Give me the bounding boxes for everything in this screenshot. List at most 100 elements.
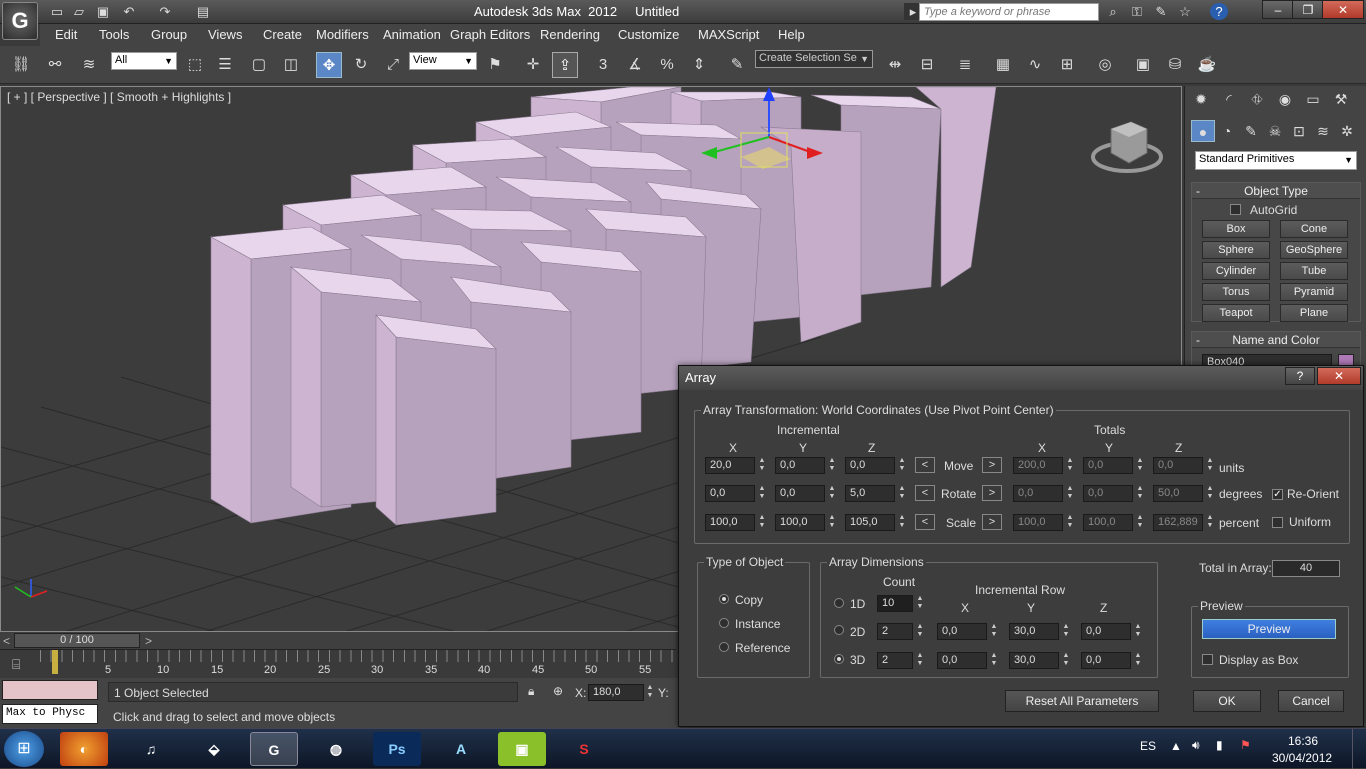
graphite-modeling-icon[interactable]: ▦ xyxy=(990,52,1016,78)
select-object-icon[interactable]: ⬚ xyxy=(182,52,208,78)
sketchup-icon[interactable]: ⬙ xyxy=(190,732,238,766)
curve-editor-icon[interactable]: ∿ xyxy=(1022,52,1048,78)
spinner[interactable]: ▲ ▼ xyxy=(915,623,925,640)
open-file-icon[interactable]: ▱ xyxy=(70,3,88,20)
torus-button[interactable]: Torus xyxy=(1202,283,1270,301)
move-tot-z[interactable]: 0,0 xyxy=(1153,457,1203,474)
1d-radio[interactable] xyxy=(834,598,844,608)
scale-inc-y[interactable]: 100,0 xyxy=(775,514,825,531)
tube-button[interactable]: Tube xyxy=(1280,262,1348,280)
selection-filter-dropdown[interactable]: All ▼ xyxy=(111,52,177,70)
spinner[interactable]: ▲ ▼ xyxy=(915,652,925,669)
spinner[interactable]: ▲ ▼ xyxy=(1135,514,1145,531)
box-button[interactable]: Box xyxy=(1202,220,1270,238)
modify-tab-icon[interactable]: ◜ xyxy=(1217,88,1241,110)
scale-inc-z[interactable]: 105,0 xyxy=(845,514,895,531)
undo-icon[interactable]: ↶ xyxy=(120,3,138,20)
name-and-color-title[interactable]: - Name and Color xyxy=(1192,332,1360,348)
spinner[interactable]: ▲ ▼ xyxy=(827,485,837,502)
rotate-inc-x[interactable]: 0,0 xyxy=(705,485,755,502)
spinner[interactable]: ▲ ▼ xyxy=(897,485,907,502)
3d-count[interactable]: 2 xyxy=(877,652,913,669)
menu-animation[interactable]: Animation xyxy=(383,27,441,42)
start-button[interactable]: ⊞ xyxy=(4,731,44,767)
scale-tot-x[interactable]: 100,0 xyxy=(1013,514,1063,531)
2d-count[interactable]: 2 xyxy=(877,623,913,640)
named-selection-set-dropdown[interactable]: Create Selection Se ▼ xyxy=(755,50,873,68)
spinner[interactable]: ▲ ▼ xyxy=(1065,457,1075,474)
dialog-help-button[interactable]: ? xyxy=(1285,367,1315,385)
menu-edit[interactable]: Edit xyxy=(55,27,77,42)
mirror-icon[interactable]: ⇹ xyxy=(882,52,908,78)
scale-inc-x[interactable]: 100,0 xyxy=(705,514,755,531)
align-icon[interactable]: ⊟ xyxy=(914,52,940,78)
app-logo-icon[interactable]: G xyxy=(2,2,38,40)
time-slider[interactable]: < 0 / 100 > xyxy=(0,632,676,650)
rotate-right-arrow-button[interactable]: > xyxy=(982,485,1002,501)
scale-tot-z[interactable]: 162,889 xyxy=(1153,514,1203,531)
angle-snap-icon[interactable]: ∡ xyxy=(622,52,648,78)
spinner[interactable]: ▲ ▼ xyxy=(915,595,925,612)
show-hidden-icons-icon[interactable]: ▲ xyxy=(1170,739,1182,753)
clock-date[interactable]: 30/04/2012 xyxy=(1272,751,1332,765)
spinner[interactable]: ▲ ▼ xyxy=(1061,623,1071,640)
shapes-icon[interactable]: ◔ xyxy=(1215,120,1239,142)
reorient-checkbox[interactable]: ✓ xyxy=(1272,489,1283,500)
systems-icon[interactable]: ✲ xyxy=(1335,120,1359,142)
plane-button[interactable]: Plane xyxy=(1280,304,1348,322)
material-editor-icon[interactable]: ◎ xyxy=(1092,52,1118,78)
edit-named-selection-icon[interactable]: ✎ xyxy=(724,52,750,78)
move-tot-x[interactable]: 200,0 xyxy=(1013,457,1063,474)
sbx-app-icon[interactable]: S xyxy=(560,732,608,766)
window-crossing-icon[interactable]: ◫ xyxy=(278,52,304,78)
rotate-left-arrow-button[interactable]: < xyxy=(915,485,935,501)
favorites-star-icon[interactable]: ☆ xyxy=(1176,3,1194,20)
select-and-move-icon[interactable]: ✥ xyxy=(316,52,342,78)
language-indicator[interactable]: ES xyxy=(1140,739,1156,753)
minimize-button[interactable]: – xyxy=(1262,0,1294,19)
spinner[interactable]: ▲ ▼ xyxy=(989,652,999,669)
track-bar[interactable]: ⌸ 5 10 15 20 25 30 35 40 45 50 55 xyxy=(0,650,676,678)
spinner[interactable]: ▲ ▼ xyxy=(1135,485,1145,502)
menu-tools[interactable]: Tools xyxy=(99,27,129,42)
unlink-icon[interactable]: ⚯ xyxy=(42,52,68,78)
menu-views[interactable]: Views xyxy=(208,27,242,42)
spinner[interactable]: ▲ ▼ xyxy=(757,457,767,474)
menu-create[interactable]: Create xyxy=(263,27,302,42)
schematic-view-icon[interactable]: ⊞ xyxy=(1054,52,1080,78)
rotate-tot-y[interactable]: 0,0 xyxy=(1083,485,1133,502)
maximize-button[interactable]: ❐ xyxy=(1292,0,1324,19)
menu-help[interactable]: Help xyxy=(778,27,805,42)
instance-radio[interactable] xyxy=(719,618,729,628)
preview-button[interactable]: Preview xyxy=(1202,619,1336,639)
percent-snap-icon[interactable]: % xyxy=(654,52,680,78)
clock-time[interactable]: 16:36 xyxy=(1288,734,1318,748)
2d-y[interactable]: 30,0 xyxy=(1009,623,1059,640)
spinner[interactable]: ▲ ▼ xyxy=(1133,652,1143,669)
reference-coordinate-dropdown[interactable]: View ▼ xyxy=(409,52,477,70)
rendered-frame-window-icon[interactable]: ⛁ xyxy=(1162,52,1188,78)
spinner[interactable]: ▲ ▼ xyxy=(897,457,907,474)
display-tab-icon[interactable]: ▭ xyxy=(1301,88,1325,110)
photoshop-icon[interactable]: Ps xyxy=(373,732,421,766)
move-tot-y[interactable]: 0,0 xyxy=(1083,457,1133,474)
render-setup-icon[interactable]: ▣ xyxy=(1130,52,1156,78)
dialog-close-button[interactable]: ✕ xyxy=(1317,367,1361,385)
action-center-icon[interactable]: ⚑ xyxy=(1240,738,1251,752)
time-next-button[interactable]: > xyxy=(145,634,152,648)
2d-z[interactable]: 0,0 xyxy=(1081,623,1131,640)
pivot-center-icon[interactable]: ⚑ xyxy=(482,52,508,78)
x-coordinate-field[interactable]: 180,0 xyxy=(588,684,644,701)
project-folder-icon[interactable]: ▤ xyxy=(194,3,212,20)
spinner[interactable]: ▲ ▼ xyxy=(757,485,767,502)
spinner[interactable]: ▲ ▼ xyxy=(1065,485,1075,502)
show-desktop-button[interactable] xyxy=(1352,729,1366,769)
communication-icon[interactable]: ✎ xyxy=(1152,3,1170,20)
3d-x[interactable]: 0,0 xyxy=(937,652,987,669)
network-icon[interactable]: ▮ xyxy=(1216,738,1223,752)
maxscript-mini-listener-top[interactable] xyxy=(2,680,98,700)
spinner[interactable]: ▲ ▼ xyxy=(1205,514,1215,531)
spinner[interactable]: ▲ ▼ xyxy=(1065,514,1075,531)
menu-maxscript[interactable]: MAXScript xyxy=(698,27,759,42)
reference-radio[interactable] xyxy=(719,642,729,652)
